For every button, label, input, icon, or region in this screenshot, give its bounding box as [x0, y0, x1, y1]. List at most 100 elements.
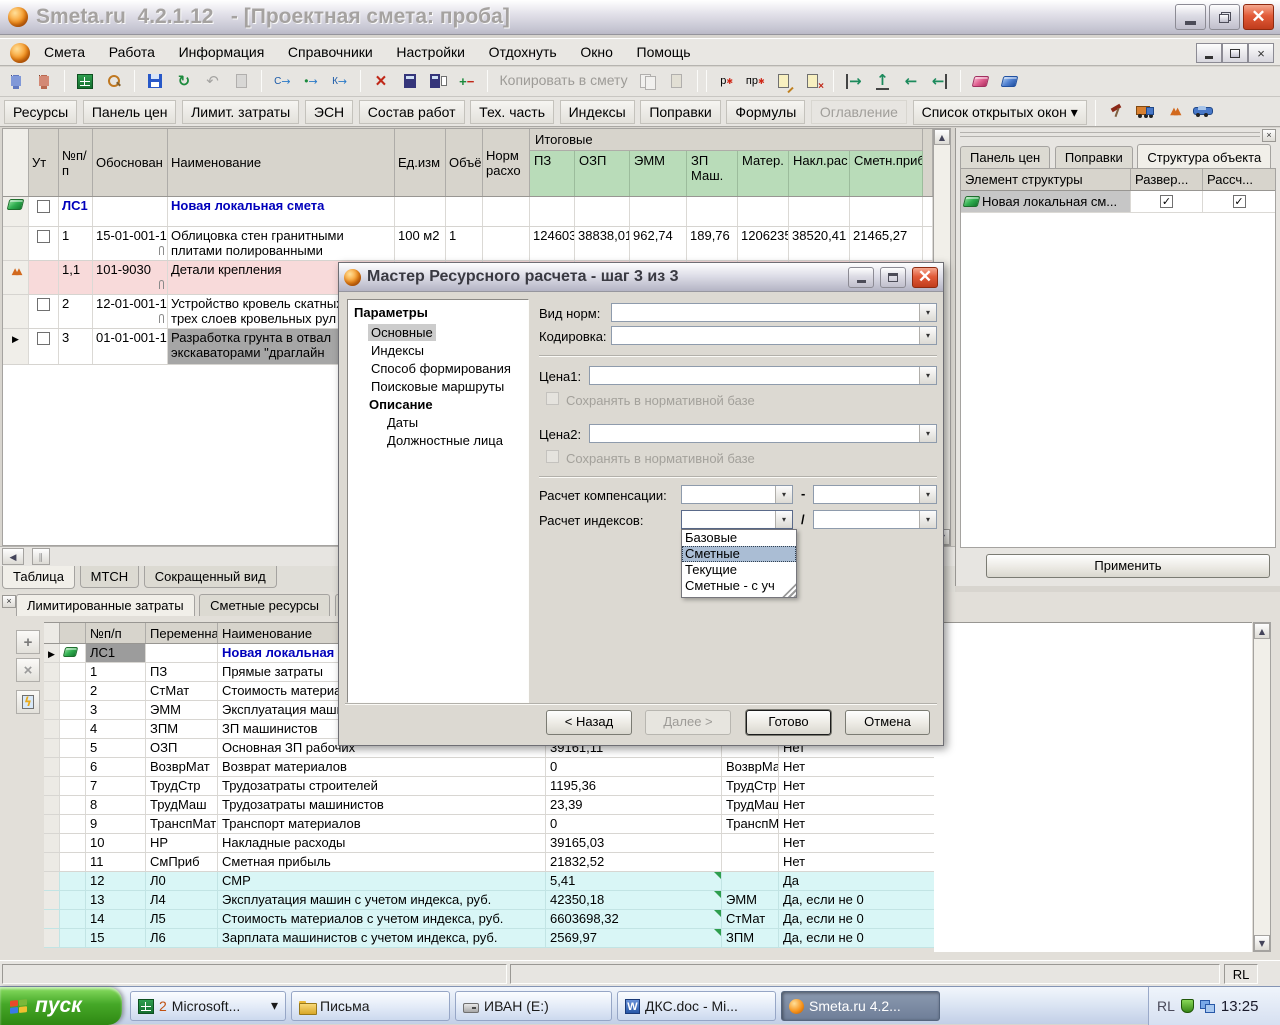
book-blue-icon[interactable] — [997, 69, 1022, 93]
insert-position-c-icon[interactable]: С→ — [270, 69, 295, 93]
panel-resursy[interactable]: Ресурсы — [4, 100, 77, 124]
panel-popravki[interactable]: Поправки — [640, 100, 720, 124]
book-pink-icon[interactable] — [968, 69, 993, 93]
apply-button[interactable]: Применить — [986, 554, 1270, 578]
insert-position-k-icon[interactable]: К→ — [327, 69, 352, 93]
price2-combo[interactable]: ▾ — [589, 424, 937, 443]
col-unit[interactable]: Ед.изм — [395, 129, 446, 196]
taskbar-item-pisma[interactable]: Письма — [291, 991, 450, 1021]
menu-smeta[interactable]: Смета — [34, 39, 95, 65]
mdi-minimize-button[interactable] — [1196, 43, 1222, 63]
chevron-down-icon[interactable]: ▾ — [919, 327, 936, 344]
bottom-vertical-scrollbar[interactable]: ▲ ▼ — [1253, 622, 1271, 952]
move-right-icon[interactable]: → — [841, 69, 866, 93]
limit-row[interactable]: 9 ТранспМат Транспорт материалов 0 Транс… — [44, 815, 934, 834]
taskbar-item-excel[interactable]: 2 Microsoft... ▾ — [130, 991, 286, 1021]
wizard-maximize-button[interactable] — [880, 267, 906, 288]
grid-row-ls1[interactable]: ЛС1 Новая локальная смета — [3, 197, 950, 227]
grid-row-1[interactable]: 1 15-01-001-1 Облицовка стен гранитными … — [3, 227, 950, 261]
panel-close-icon[interactable]: × — [2, 595, 16, 608]
tab-struktura-obekta[interactable]: Структура объекта — [1137, 144, 1271, 168]
chevron-down-icon[interactable]: ▾ — [775, 486, 792, 503]
panel-formuly[interactable]: Формулы — [726, 100, 805, 124]
calculate-checkbox[interactable]: ✓ — [1233, 195, 1246, 208]
limit-row[interactable]: 6 ВозврМат Возврат материалов 0 ВозврМат… — [44, 758, 934, 777]
indices-combo-1[interactable]: ▾ — [681, 510, 793, 529]
tree-dolzhnostnye-lica[interactable]: Должностные лица — [384, 432, 506, 449]
tab-popravki[interactable]: Поправки — [1055, 146, 1133, 168]
taskbar-item-smeta[interactable]: Smeta.ru 4.2... — [781, 991, 940, 1021]
tab-tablica[interactable]: Таблица — [2, 566, 75, 589]
chevron-down-icon[interactable]: ▾ — [919, 304, 936, 321]
scroll-down-icon[interactable]: ▼ — [1254, 935, 1270, 951]
truck-icon[interactable] — [1133, 99, 1158, 123]
limit-row[interactable]: 8 ТрудМаш Трудозатраты машинистов 23,39 … — [44, 796, 934, 815]
tray-shield-icon[interactable] — [1181, 999, 1194, 1013]
panel-esn[interactable]: ЭСН — [305, 100, 353, 124]
col-norm[interactable]: Норм расхо — [483, 129, 530, 196]
dropdown-item-tekuschie[interactable]: Текущие — [682, 562, 796, 578]
col-emm[interactable]: ЭММ — [630, 151, 687, 196]
tree-structure-icon[interactable] — [3, 69, 28, 93]
col-razvernut[interactable]: Развер... — [1131, 169, 1203, 190]
col-name[interactable]: Наименование — [168, 129, 395, 196]
price-p-icon[interactable]: р✱ — [714, 69, 739, 93]
col-mater[interactable]: Матер. — [738, 151, 789, 196]
menu-okno[interactable]: Окно — [570, 39, 623, 65]
col-element-struktury[interactable]: Элемент структуры — [961, 169, 1131, 190]
limit-row[interactable]: 12 Л0 СМР 5,41 Да — [44, 872, 934, 891]
chevron-down-icon[interactable]: ▾ — [919, 511, 936, 528]
tree-sposob-formirovaniya[interactable]: Способ формирования — [368, 360, 514, 377]
approve-checkbox[interactable] — [37, 230, 50, 243]
menu-informacia[interactable]: Информация — [169, 39, 275, 65]
panel-sostav-rabot[interactable]: Состав работ — [359, 100, 465, 124]
col-pz[interactable]: ПЗ — [530, 151, 575, 196]
coding-combo[interactable]: ▾ — [611, 326, 937, 345]
limit-row[interactable]: 14 Л5 Стоимость материалов с учетом инде… — [44, 910, 934, 929]
minimize-button[interactable] — [1175, 4, 1206, 30]
finish-button[interactable]: Готово — [746, 710, 831, 735]
menu-nastroyki[interactable]: Настройки — [386, 39, 475, 65]
scroll-up-icon[interactable]: ▲ — [1254, 623, 1270, 639]
taskbar-item-dks-doc[interactable]: W ДКС.doc - Mi... — [617, 991, 776, 1021]
wizard-close-button[interactable]: ✕ — [912, 267, 938, 288]
chevron-down-icon[interactable]: ▾ — [775, 511, 792, 528]
tree-daty[interactable]: Даты — [384, 414, 421, 431]
panel-limit-zatraty[interactable]: Лимит. затраты — [182, 100, 299, 124]
recalculate-button[interactable]: ϟ — [16, 690, 40, 714]
tree-indeksy[interactable]: Индексы — [368, 342, 427, 359]
compensation-combo-1[interactable]: ▾ — [681, 485, 793, 504]
chevron-down-icon[interactable]: ▾ — [919, 486, 936, 503]
scroll-left-icon[interactable]: ◀ — [2, 548, 24, 565]
indices-combo-2[interactable]: ▾ — [813, 510, 937, 529]
limit-row[interactable]: 7 ТрудСтр Трудозатраты строителей 1195,3… — [44, 777, 934, 796]
tab-limitirovannye-zatraty[interactable]: Лимитированные затраты — [16, 594, 195, 616]
start-button[interactable]: пуск — [0, 987, 122, 1025]
back-button[interactable]: < Назад — [546, 710, 632, 735]
approve-checkbox[interactable] — [37, 332, 50, 345]
move-left-icon[interactable]: ← — [899, 69, 924, 93]
tray-language-indicator[interactable]: RL — [1157, 998, 1175, 1014]
limit-row[interactable]: 10 НР Накладные расходы 39165,03 Нет — [44, 834, 934, 853]
dropdown-item-smetnye-s-uch[interactable]: Сметные - с уч — [682, 578, 796, 594]
dropdown-item-bazovye[interactable]: Базовые — [682, 530, 796, 546]
limit-row[interactable]: 15 Л6 Зарплата машинистов с учетом индек… — [44, 929, 934, 948]
delete-icon[interactable]: × — [368, 69, 393, 93]
menu-pomosch[interactable]: Помощь — [627, 39, 701, 65]
mdi-restore-button[interactable] — [1222, 43, 1248, 63]
price-pr-icon[interactable]: пр✱ — [743, 69, 768, 93]
approve-checkbox[interactable] — [37, 200, 50, 213]
tab-mtsn[interactable]: МТСН — [80, 566, 140, 588]
limit-row[interactable]: 13 Л4 Эксплуатация машин с учетом индекс… — [44, 891, 934, 910]
limit-row[interactable]: 11 СмПриб Сметная прибыль 21832,52 Нет — [44, 853, 934, 872]
col-ut[interactable]: Ут — [29, 129, 59, 196]
col-num[interactable]: №п/п — [86, 623, 146, 643]
gravel-icon[interactable]: ▲▲ — [1161, 99, 1186, 123]
excel-export-icon[interactable] — [73, 69, 98, 93]
chevron-down-icon[interactable]: ▾ — [919, 425, 936, 442]
tab-sokraschennyi-vid[interactable]: Сокращенный вид — [144, 566, 277, 588]
notebook-edit-icon[interactable] — [771, 69, 796, 93]
panel-panel-cen[interactable]: Панель цен — [83, 100, 177, 124]
menu-rabota[interactable]: Работа — [99, 39, 165, 65]
col-num[interactable]: №п/п — [59, 129, 93, 196]
